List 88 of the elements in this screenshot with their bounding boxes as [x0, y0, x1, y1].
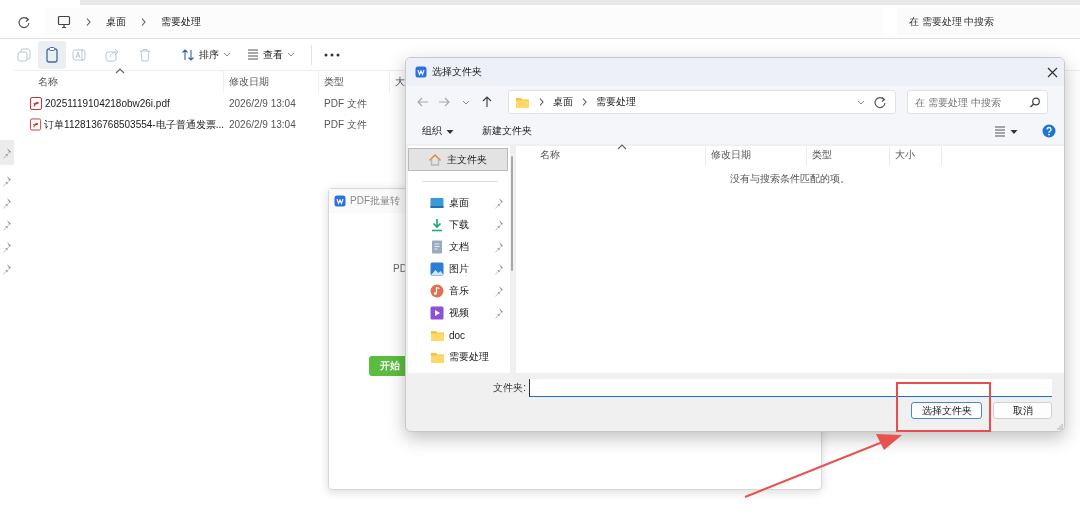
column-header[interactable]: 名称 — [516, 146, 706, 166]
refresh-icon[interactable] — [17, 14, 31, 29]
caret-icon[interactable] — [462, 98, 470, 106]
download-icon — [430, 218, 444, 232]
column-header[interactable]: 类型 — [807, 146, 890, 166]
forward-icon[interactable] — [439, 96, 451, 108]
sort-button[interactable]: 排序 — [181, 47, 231, 62]
pdf-file-icon — [30, 97, 42, 110]
home-icon — [428, 152, 442, 167]
caret-icon — [446, 127, 454, 135]
cancel-button[interactable]: 取消 — [993, 402, 1052, 419]
breadcrumb[interactable]: 需要处理 — [596, 95, 636, 109]
column-header[interactable]: 修改日期 — [706, 146, 807, 166]
breadcrumb[interactable]: 桌面 — [553, 95, 573, 109]
chevron-icon — [581, 97, 588, 107]
nav-item[interactable]: 图片 — [408, 258, 510, 280]
chevron-icon — [84, 16, 92, 27]
select-folder-button[interactable]: 选择文件夹 — [911, 402, 982, 419]
nav-item[interactable]: 主文件夹 — [408, 148, 508, 171]
pin-icon — [2, 197, 12, 209]
column-header[interactable]: 类型 — [319, 71, 390, 93]
field-label: 文件夹: — [492, 381, 527, 395]
column-header[interactable]: 大小 — [890, 146, 942, 166]
nav-item[interactable]: 音乐 — [408, 280, 510, 302]
nav-item[interactable]: 桌面 — [408, 192, 510, 214]
window-title: 选择文件夹 — [432, 65, 482, 79]
column-header[interactable]: 修改日期 — [224, 71, 319, 93]
refresh-icon[interactable] — [873, 95, 887, 109]
sort-caret-icon — [115, 68, 125, 74]
app-icon — [415, 66, 427, 78]
folder-icon — [515, 95, 530, 109]
pin-icon — [2, 219, 12, 231]
caret-icon — [1010, 127, 1018, 135]
column-header[interactable]: 名称 — [14, 71, 224, 93]
modified-date: 2026/2/9 13:04 — [228, 119, 297, 130]
folder-icon — [430, 350, 444, 364]
folder-name-field[interactable] — [529, 379, 1052, 397]
dropdown-caret-icon[interactable] — [857, 98, 865, 106]
sort-caret-icon — [617, 144, 627, 150]
pin-icon — [2, 175, 12, 187]
pdf-file-icon — [30, 118, 42, 131]
nav-item[interactable]: 需要处理 — [408, 346, 510, 368]
close-icon[interactable] — [1047, 66, 1058, 78]
address-bar[interactable]: 桌面 需要处理 — [508, 90, 896, 114]
music-icon — [430, 284, 444, 298]
more-icon[interactable] — [324, 52, 340, 57]
file-name[interactable]: 20251119104218obw26i.pdf — [45, 98, 170, 109]
app-icon — [334, 195, 346, 207]
pin-icon — [2, 146, 12, 159]
pin-icon — [2, 241, 12, 253]
new-folder-button[interactable]: 新建文件夹 — [478, 124, 536, 138]
clipboard-icon[interactable] — [38, 40, 66, 69]
nav-item[interactable]: 视频 — [408, 302, 510, 324]
file-type: PDF 文件 — [323, 96, 368, 111]
scrollbar-thumb[interactable] — [511, 156, 513, 271]
nav-item[interactable]: 下载 — [408, 214, 510, 236]
back-icon[interactable] — [416, 96, 428, 108]
caret-icon — [223, 51, 231, 58]
window-title: PDF批量转 — [350, 194, 400, 208]
videos-icon — [430, 306, 444, 320]
file-name[interactable]: 订单1128136768503554-电子普通发票... — [44, 117, 224, 132]
nav-item[interactable]: doc — [408, 324, 510, 346]
nav-item[interactable]: 文档 — [408, 236, 510, 258]
up-icon[interactable] — [481, 95, 493, 109]
search-field[interactable]: 在 需要处理 中搜索 — [896, 7, 1080, 36]
chevron-icon — [139, 16, 147, 27]
search-icon — [1029, 97, 1040, 108]
breadcrumb[interactable]: 需要处理 — [160, 14, 201, 29]
sort-icon — [181, 47, 195, 62]
view-button[interactable]: 查看 — [247, 47, 295, 62]
resize-grip-icon — [1056, 423, 1063, 430]
pictures-icon — [430, 262, 444, 276]
search-field[interactable]: 在 需要处理 中搜索 — [907, 90, 1048, 114]
list-icon — [994, 124, 1006, 138]
modified-date: 2026/2/9 13:04 — [228, 98, 297, 109]
caret-icon — [287, 51, 295, 58]
help-icon[interactable] — [1042, 124, 1056, 138]
file-type: PDF 文件 — [323, 117, 368, 132]
list-icon — [247, 48, 259, 61]
chevron-icon — [538, 97, 545, 107]
pin-icon — [2, 263, 12, 275]
desktop-icon — [430, 196, 444, 210]
organize-button[interactable]: 组织 — [418, 124, 458, 138]
breadcrumb[interactable]: 桌面 — [105, 14, 126, 29]
folder-icon — [430, 328, 444, 342]
empty-message: 没有与搜索条件匹配的项。 — [730, 172, 850, 186]
documents-icon — [430, 240, 444, 254]
monitor-icon[interactable] — [56, 14, 71, 29]
